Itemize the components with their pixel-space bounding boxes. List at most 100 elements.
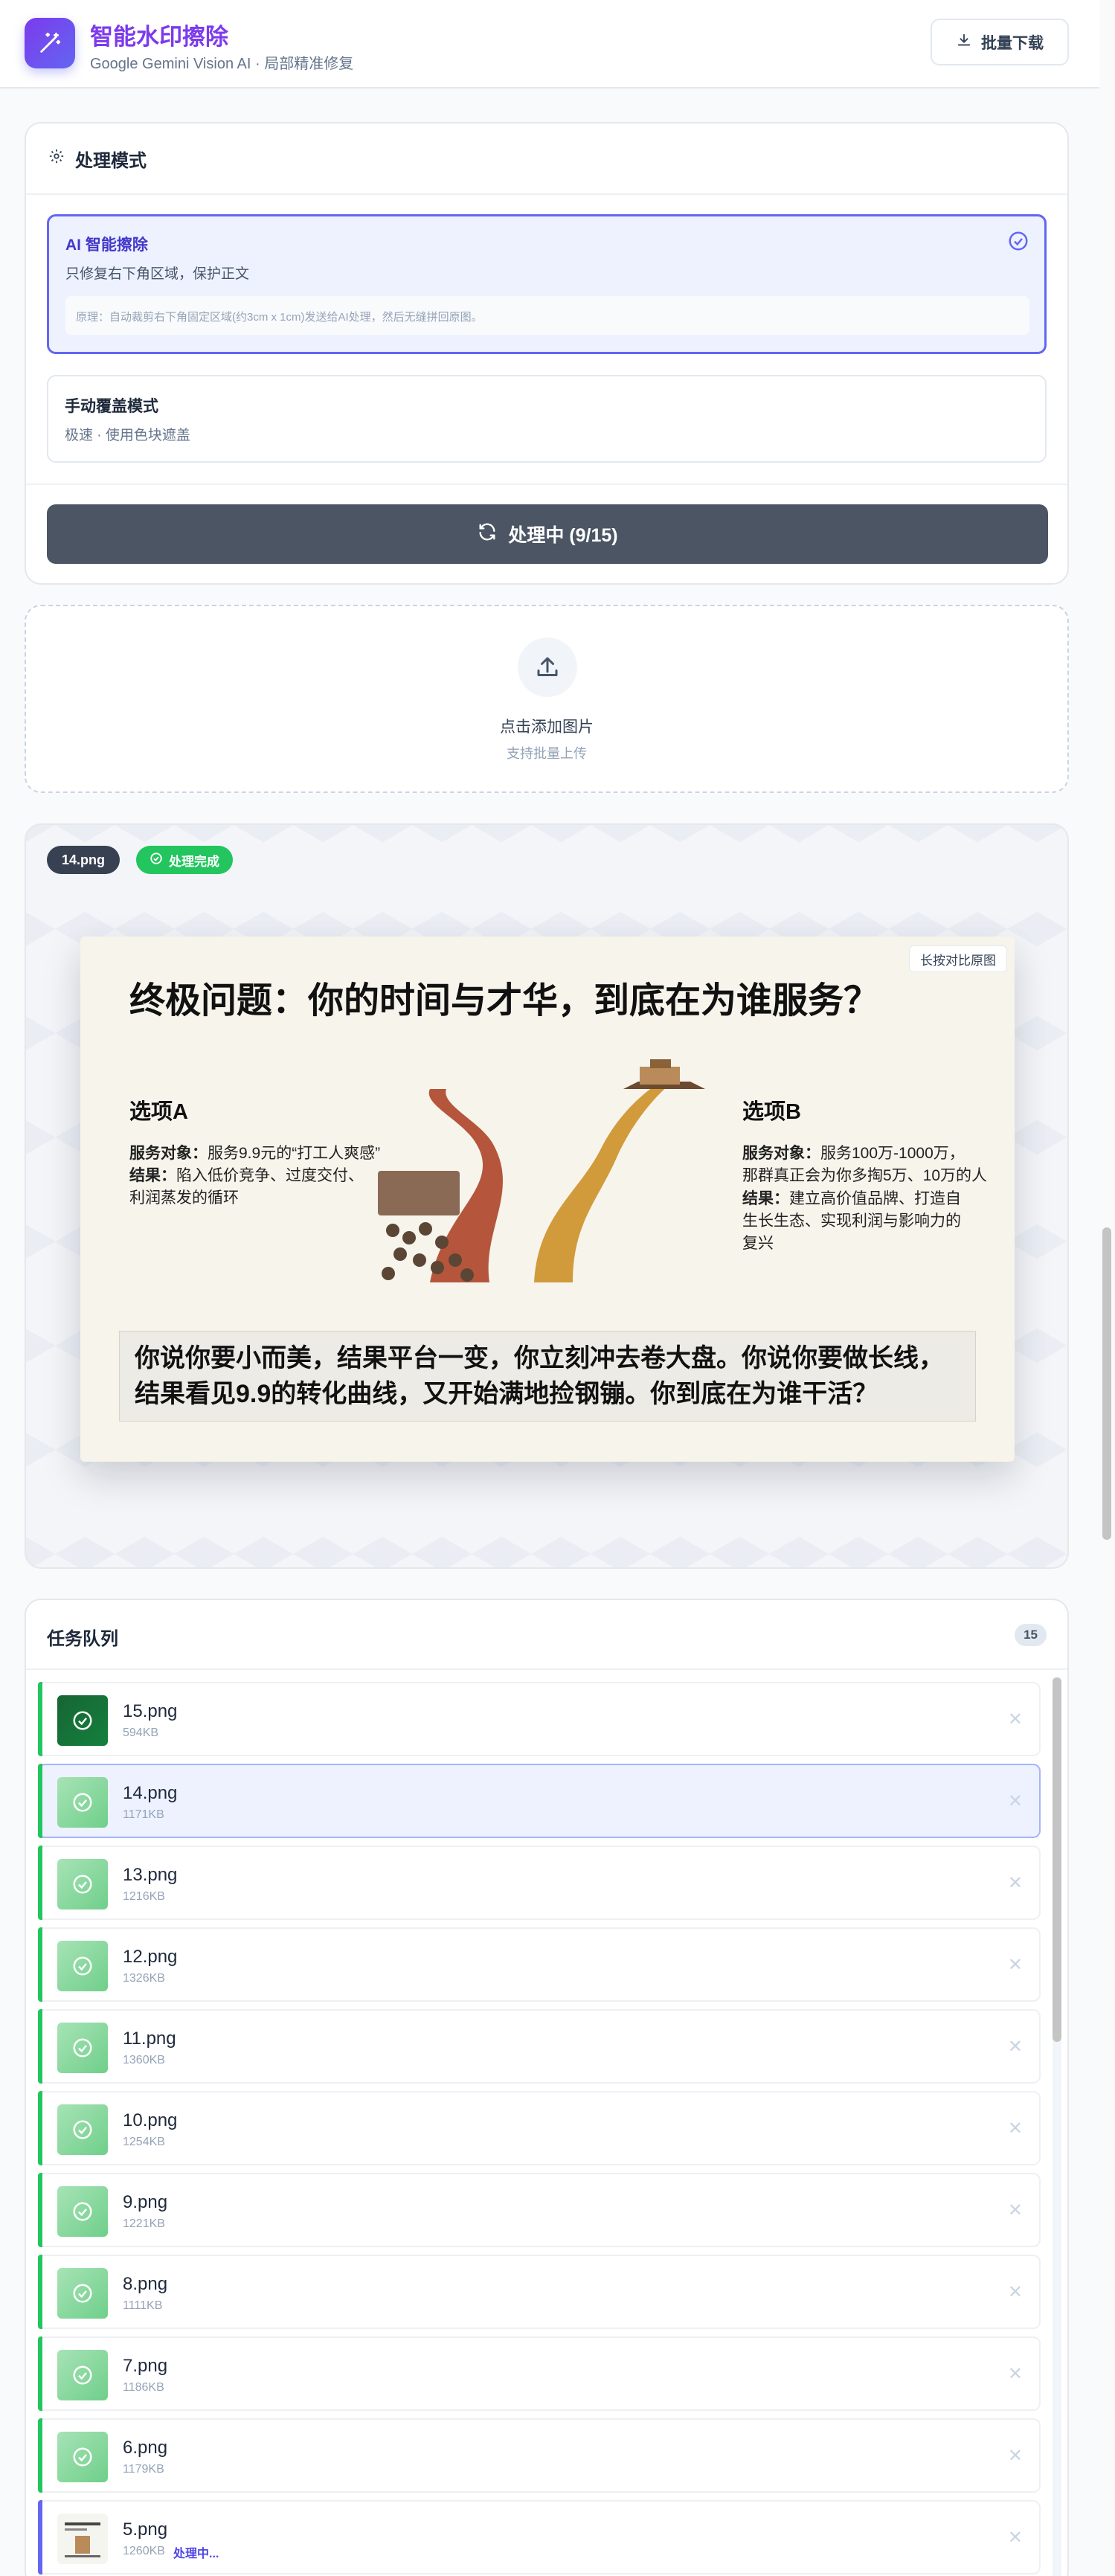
road-illustration — [378, 1059, 705, 1282]
queue-item[interactable]: 14.png 1171KB ✕ — [38, 1764, 1041, 1838]
thumbnail — [57, 1777, 108, 1828]
option-b-title: 选项B — [742, 1100, 801, 1124]
queue-scrollbar-thumb[interactable] — [1053, 1677, 1061, 2042]
file-size: 1221KB — [123, 2217, 165, 2230]
page-scrollbar-thumb[interactable] — [1102, 1227, 1111, 1540]
option-b-line: 复兴 — [742, 1235, 774, 1252]
close-icon[interactable]: ✕ — [1008, 2445, 1023, 2467]
magic-wand-icon — [25, 18, 75, 68]
file-size: 1216KB — [123, 1890, 165, 1903]
option-a-line: 结果：陷入低价竞争、过度交付、 — [129, 1163, 364, 1186]
status-bar — [38, 1927, 42, 2002]
close-icon[interactable]: ✕ — [1008, 2281, 1023, 2303]
quote-line: 你说你要小而美，结果平台一变，你立刻冲去卷大盘。你说你要做长线， — [135, 1344, 944, 1372]
batch-download-label: 批量下载 — [981, 34, 1044, 52]
thumbnail — [57, 2186, 108, 2237]
option-b-line: 服务对象：服务100万-1000万， — [742, 1141, 965, 1163]
thumbnail — [57, 1941, 108, 1991]
status-bar — [38, 1682, 42, 1756]
mode-heading-label: 处理模式 — [75, 151, 147, 171]
thumbnail — [57, 1695, 108, 1746]
file-name: 7.png — [123, 2356, 168, 2376]
task-count-badge: 15 — [1015, 1624, 1047, 1646]
option-a-key: 结果： — [129, 1167, 176, 1184]
file-size: 1326KB — [123, 1972, 165, 1985]
file-size: 594KB — [123, 1727, 159, 1739]
queue-item[interactable]: 10.png 1254KB ✕ — [38, 2091, 1041, 2165]
file-name: 5.png — [123, 2519, 168, 2540]
queue-item[interactable]: 9.png 1221KB ✕ — [38, 2173, 1041, 2247]
compare-original-button[interactable]: 长按对比原图 — [909, 945, 1007, 972]
divider — [26, 1668, 1067, 1670]
queue-item[interactable]: 7.png 1186KB ✕ — [38, 2336, 1041, 2411]
file-size: 1260KB — [123, 2545, 165, 2557]
option-a-key: 服务对象： — [129, 1145, 208, 1162]
status-bar — [38, 2009, 42, 2084]
option-a-line: 服务对象：服务9.9元的“打工人爽感” — [129, 1141, 380, 1163]
mode-heading: 处理模式 — [48, 146, 147, 172]
option-b-value: 建立高价值品牌、打造自 — [789, 1190, 961, 1207]
queue-item[interactable]: 5.png 1260KB 处理中... ✕ — [38, 2500, 1041, 2575]
ai-erase-title: AI 智能擦除 — [65, 237, 148, 254]
close-icon[interactable]: ✕ — [1008, 1709, 1023, 1730]
manual-cover-title: 手动覆盖模式 — [65, 398, 158, 415]
option-b-key: 结果： — [742, 1190, 789, 1207]
mode-panel: 处理模式 AI 智能擦除 只修复右下角区域，保护正文 原理：自动裁剪右下角固定区… — [25, 122, 1069, 585]
close-icon[interactable]: ✕ — [1008, 2118, 1023, 2139]
option-a-line: 利润蒸发的循环 — [129, 1189, 239, 1207]
thumbnail — [57, 1859, 108, 1909]
queue-item[interactable]: 15.png 594KB ✕ — [38, 1682, 1041, 1756]
preview-panel: 14.png 处理完成 长按对比原图 终极问题：你的时间与才华，到底在为谁服务？… — [25, 823, 1069, 1569]
status-bar — [38, 1764, 42, 1838]
close-icon[interactable]: ✕ — [1008, 2200, 1023, 2221]
file-size: 1171KB — [123, 1808, 164, 1821]
check-circle-icon — [150, 852, 163, 869]
queue-item[interactable]: 11.png 1360KB ✕ — [38, 2009, 1041, 2084]
status-bar — [38, 2418, 42, 2493]
queue-item[interactable]: 12.png 1326KB ✕ — [38, 1927, 1041, 2002]
option-b-key: 服务对象： — [742, 1145, 820, 1162]
upload-dropzone[interactable]: 点击添加图片 支持批量上传 — [25, 605, 1069, 793]
preview-filename-badge: 14.png — [47, 846, 121, 874]
close-icon[interactable]: ✕ — [1008, 1790, 1023, 1812]
option-a-value: 服务9.9元的“打工人爽感” — [208, 1145, 381, 1162]
manual-cover-desc: 极速 · 使用色块遮盖 — [65, 428, 190, 443]
status-badge: 处理完成 — [136, 846, 233, 874]
queue-item[interactable]: 6.png 1179KB ✕ — [38, 2418, 1041, 2493]
preview-image[interactable]: 长按对比原图 终极问题：你的时间与才华，到底在为谁服务？ 选项A 服务对象：服务… — [80, 937, 1015, 1462]
upload-desc: 支持批量上传 — [507, 746, 587, 761]
ai-erase-option[interactable]: AI 智能擦除 只修复右下角区域，保护正文 原理：自动裁剪右下角固定区域(约3c… — [47, 214, 1047, 354]
queue-item[interactable]: 8.png 1111KB ✕ — [38, 2255, 1041, 2329]
option-b-value: 服务100万-1000万， — [820, 1145, 965, 1162]
close-icon[interactable]: ✕ — [1008, 2527, 1023, 2548]
upload-icon — [518, 637, 577, 697]
app-header: 智能水印擦除 Google Gemini Vision AI · 局部精准修复 … — [0, 0, 1099, 89]
app-title: 智能水印擦除 — [90, 24, 228, 50]
divider — [26, 484, 1067, 485]
close-icon[interactable]: ✕ — [1008, 1872, 1023, 1894]
quote-line: 结果看见9.9的转化曲线，又开始满地捡钢镚。你到底在为谁干活？ — [135, 1380, 878, 1408]
close-icon[interactable]: ✕ — [1008, 2363, 1023, 2385]
thumbnail — [57, 2104, 108, 2155]
task-queue-heading: 任务队列 — [47, 1629, 118, 1649]
process-button[interactable]: 处理中 (9/15) — [47, 504, 1048, 564]
batch-download-button[interactable]: 批量下载 — [931, 19, 1069, 65]
status-bar — [38, 1846, 42, 1920]
queue-item[interactable]: 13.png 1216KB ✕ — [38, 1846, 1041, 1920]
status-bar — [38, 2173, 42, 2247]
option-a-title: 选项A — [129, 1100, 188, 1124]
thumbnail — [57, 2432, 108, 2482]
file-size: 1111KB — [123, 2299, 163, 2312]
file-name: 15.png — [123, 1701, 178, 1721]
manual-cover-option[interactable]: 手动覆盖模式 极速 · 使用色块遮盖 — [47, 375, 1047, 463]
file-size: 1186KB — [123, 2381, 164, 2394]
process-button-label: 处理中 (9/15) — [508, 525, 618, 546]
file-name: 9.png — [123, 2192, 168, 2212]
slide-title: 终极问题：你的时间与才华，到底在为谁服务？ — [129, 980, 880, 1021]
close-icon[interactable]: ✕ — [1008, 1954, 1023, 1976]
close-icon[interactable]: ✕ — [1008, 2036, 1023, 2058]
status-bar — [38, 2091, 42, 2165]
download-icon — [956, 32, 972, 53]
status-bar — [38, 2500, 42, 2575]
file-name: 6.png — [123, 2438, 168, 2458]
